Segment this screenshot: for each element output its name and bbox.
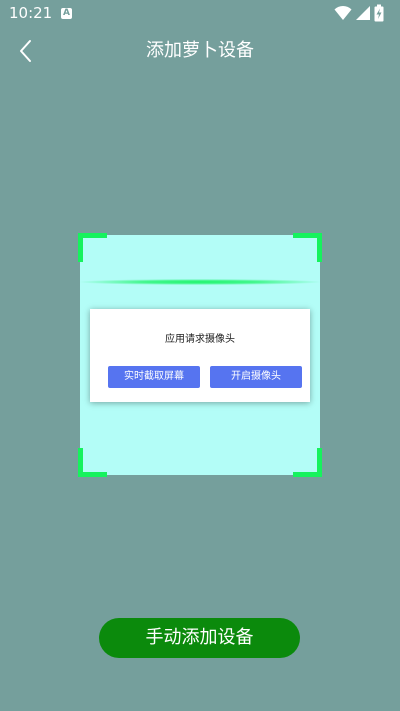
scan-corner-top-left — [78, 233, 107, 262]
signal-icon — [356, 6, 370, 20]
status-time: 10:21 — [9, 4, 53, 22]
status-icons — [334, 4, 394, 22]
a-icon: A — [61, 8, 72, 19]
page-title: 添加萝卜设备 — [146, 40, 254, 61]
scan-corner-bottom-right — [293, 448, 322, 477]
screen-capture-button[interactable]: 实时截取屏幕 — [108, 366, 200, 388]
status-bar: 10:21 A — [0, 0, 400, 26]
open-camera-button[interactable]: 开启摄像头 — [210, 366, 302, 388]
scan-corner-bottom-left — [78, 448, 107, 477]
scan-line — [80, 279, 320, 285]
manual-add-device-button[interactable]: 手动添加设备 — [99, 618, 300, 658]
battery-charging-icon — [374, 4, 384, 22]
wifi-icon — [334, 5, 352, 20]
scan-corner-top-right — [293, 233, 322, 262]
camera-permission-dialog: 应用请求摄像头 实时截取屏幕 开启摄像头 — [90, 309, 310, 402]
dialog-title: 应用请求摄像头 — [165, 334, 235, 345]
